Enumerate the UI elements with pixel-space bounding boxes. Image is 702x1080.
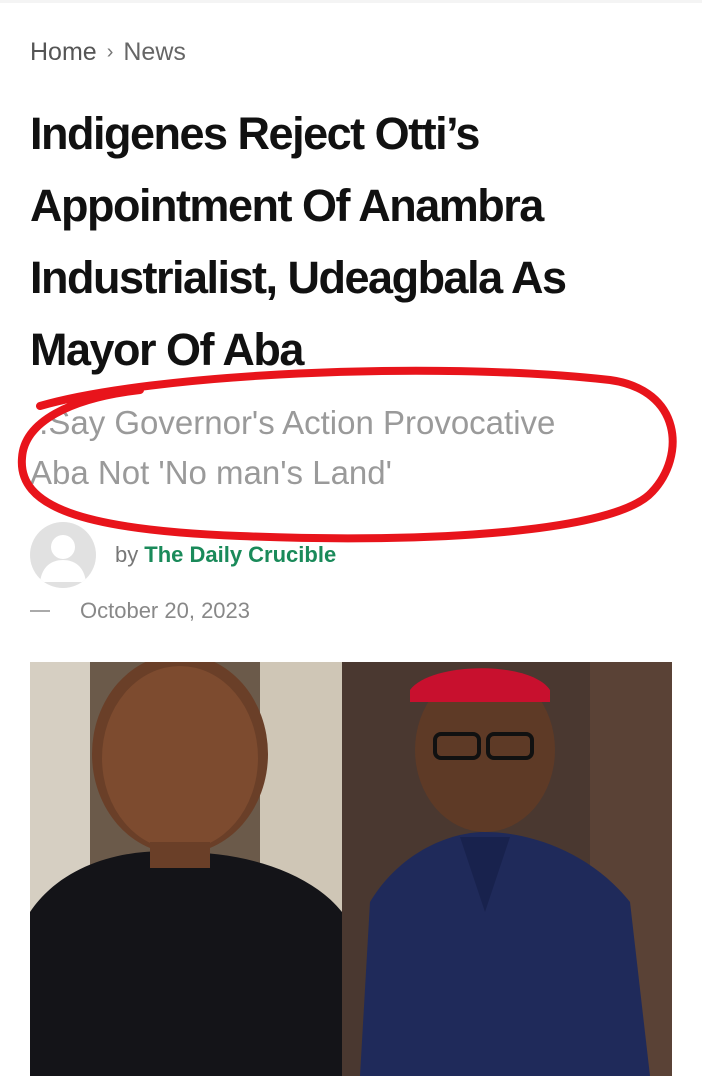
date-row: October 20, 2023 — [30, 598, 250, 624]
article-subtitle: ..Say Governor's Action Provocative Aba … — [30, 398, 660, 498]
breadcrumb-news-link[interactable]: News — [123, 38, 186, 67]
subtitle-line-1: ..Say Governor's Action Provocative — [30, 404, 556, 441]
chevron-right-icon: › — [106, 41, 114, 63]
byline-prefix: by — [115, 542, 139, 567]
author-row: by The Daily Crucible — [30, 522, 336, 588]
breadcrumb: Home › News — [30, 38, 186, 67]
byline: by The Daily Crucible — [115, 542, 336, 568]
top-divider — [0, 0, 702, 3]
article-featured-image[interactable] — [30, 662, 672, 1076]
author-name-link[interactable]: The Daily Crucible — [144, 542, 336, 567]
publish-date: October 20, 2023 — [80, 598, 251, 623]
date-dash-divider — [30, 610, 50, 612]
subtitle-line-2: Aba Not 'No man's Land' — [30, 454, 392, 491]
article-title: Indigenes Reject Otti’s Appointment Of A… — [30, 108, 567, 375]
breadcrumb-home-link[interactable]: Home — [30, 38, 97, 67]
default-user-avatar-icon[interactable] — [30, 522, 96, 588]
